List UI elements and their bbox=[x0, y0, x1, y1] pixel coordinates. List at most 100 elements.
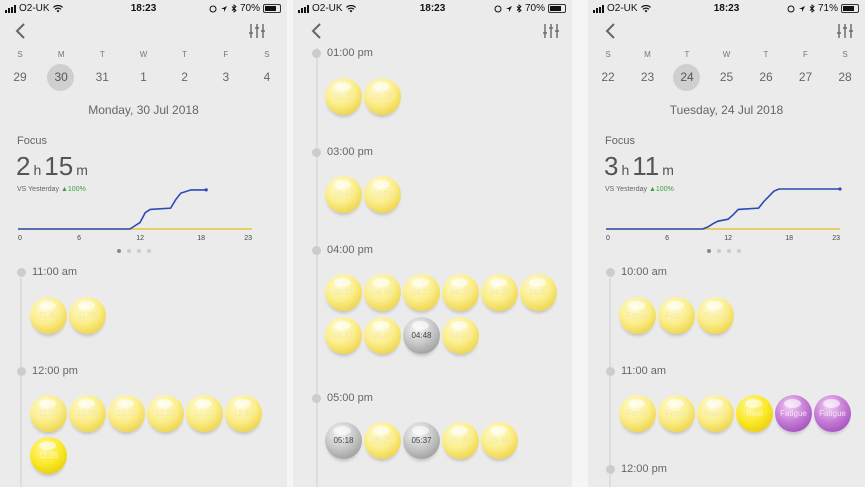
session-bubble[interactable]: 01:10 bbox=[325, 78, 362, 115]
date-item[interactable]: 23 bbox=[638, 68, 658, 86]
date-item[interactable]: 31 bbox=[92, 68, 112, 86]
session-bubble[interactable]: 05:40 bbox=[442, 422, 479, 459]
date-item[interactable]: 28 bbox=[835, 68, 855, 86]
page-indicator[interactable] bbox=[117, 249, 151, 253]
bubble-row: 12:02 12:08 12:15 12:21 12:28 12:31 bbox=[30, 395, 262, 432]
x-tick-label: 18 bbox=[197, 235, 205, 242]
page-dot[interactable] bbox=[737, 249, 741, 253]
session-bubble[interactable]: 12:02 bbox=[30, 395, 67, 432]
filter-sliders-icon[interactable] bbox=[542, 22, 560, 40]
date-item[interactable]: 4 bbox=[257, 68, 277, 86]
date-item[interactable]: 22 bbox=[598, 68, 618, 86]
session-bubble[interactable]: Focus bbox=[658, 297, 695, 334]
session-bubble[interactable]: 05:46 bbox=[481, 422, 518, 459]
page-dot[interactable] bbox=[727, 249, 731, 253]
selected-date[interactable]: 24 bbox=[673, 64, 700, 91]
page-indicator[interactable] bbox=[707, 249, 741, 253]
time-section-header: 12:00 pm bbox=[17, 365, 78, 377]
session-bubble[interactable]: Fatigue bbox=[814, 395, 851, 432]
date-item[interactable]: 27 bbox=[796, 68, 816, 86]
time-label: 01:00 pm bbox=[327, 47, 373, 59]
date-item[interactable]: 1 bbox=[133, 68, 153, 86]
session-bubble[interactable]: Focus bbox=[697, 297, 734, 334]
series-end-point bbox=[838, 187, 842, 191]
date-item[interactable]: 2 bbox=[175, 68, 195, 86]
session-bubble[interactable]: 12:08 bbox=[69, 395, 106, 432]
series-end-point bbox=[204, 188, 208, 192]
time-label: 12:00 pm bbox=[32, 365, 78, 377]
session-bubble[interactable]: 12:21 bbox=[147, 395, 184, 432]
back-chevron-icon[interactable] bbox=[310, 22, 324, 40]
back-chevron-icon[interactable] bbox=[604, 22, 618, 40]
session-bubble[interactable]: 04:41 bbox=[325, 317, 362, 354]
bubble-row: 04:41 04:44 04:48 04:53 bbox=[325, 317, 479, 354]
session-bubble[interactable]: Focus bbox=[619, 395, 656, 432]
selected-date-label: Tuesday, 24 Jul 2018 bbox=[669, 103, 784, 117]
session-bubble[interactable]: 05:25 bbox=[364, 422, 401, 459]
session-bubble[interactable]: 04:24 bbox=[442, 274, 479, 311]
session-bubble[interactable]: Focus bbox=[658, 395, 695, 432]
filter-sliders-icon[interactable] bbox=[248, 22, 266, 40]
date-item[interactable]: 3 bbox=[216, 68, 236, 86]
session-bubble[interactable]: 04:44 bbox=[364, 317, 401, 354]
weekday-label: T bbox=[684, 50, 690, 59]
session-bubble[interactable]: 04:48 bbox=[403, 317, 440, 354]
page-dot[interactable] bbox=[117, 249, 121, 253]
session-bubble[interactable]: 05:37 bbox=[403, 422, 440, 459]
session-bubble[interactable]: 04:01 bbox=[325, 274, 362, 311]
session-bubble[interactable]: 04:36 bbox=[520, 274, 557, 311]
battery-icon bbox=[548, 4, 566, 13]
session-bubble[interactable]: 03:47 bbox=[325, 176, 362, 213]
filter-sliders-icon[interactable] bbox=[836, 22, 854, 40]
session-bubble[interactable]: 04:53 bbox=[442, 317, 479, 354]
focus-label: Focus bbox=[605, 135, 635, 147]
session-bubble[interactable]: 04:13 bbox=[403, 274, 440, 311]
session-bubble[interactable]: 03:53 bbox=[364, 176, 401, 213]
timeline-line bbox=[316, 48, 318, 487]
timeline-line bbox=[20, 278, 22, 487]
session-bubble[interactable]: 05:18 bbox=[325, 422, 362, 459]
focus-minutes: 11 bbox=[632, 151, 660, 181]
x-tick-label: 23 bbox=[832, 235, 840, 242]
hours-unit: h bbox=[33, 162, 42, 178]
date-item[interactable]: 26 bbox=[756, 68, 776, 86]
session-bubble[interactable]: 11:55 bbox=[69, 297, 106, 334]
back-chevron-icon[interactable] bbox=[14, 22, 28, 40]
bluetooth-icon bbox=[809, 4, 815, 13]
series-line-today bbox=[606, 188, 840, 230]
timeline-node bbox=[17, 366, 26, 376]
focus-label: Focus bbox=[17, 135, 47, 147]
timeline-line bbox=[609, 278, 611, 487]
location-arrow-icon bbox=[505, 5, 512, 12]
page-dot[interactable] bbox=[147, 249, 151, 253]
session-bubble[interactable]: 04:29 bbox=[481, 274, 518, 311]
timeline-node bbox=[606, 267, 615, 277]
session-bubble[interactable]: Rest bbox=[736, 395, 773, 432]
time-section-header: 01:00 pm bbox=[312, 47, 373, 59]
focus-duration: 2 h 15 m bbox=[16, 151, 91, 182]
weekday-label: T bbox=[99, 50, 105, 59]
page-dot[interactable] bbox=[137, 249, 141, 253]
session-bubble[interactable]: Focus bbox=[619, 297, 656, 334]
weekday-label: T bbox=[763, 50, 769, 59]
date-item[interactable]: 25 bbox=[717, 68, 737, 86]
page-dot[interactable] bbox=[707, 249, 711, 253]
weekday-label: S bbox=[842, 50, 848, 59]
page-dot[interactable] bbox=[717, 249, 721, 253]
session-bubble[interactable]: 12:55 bbox=[30, 437, 67, 474]
session-bubble[interactable]: Fatigue bbox=[775, 395, 812, 432]
page-dot[interactable] bbox=[127, 249, 131, 253]
time-section-header: 12:00 pm bbox=[606, 463, 667, 475]
battery-icon bbox=[263, 4, 281, 13]
session-bubble[interactable]: 04:06 bbox=[364, 274, 401, 311]
session-bubble[interactable]: 11:44 bbox=[30, 297, 67, 334]
session-bubble[interactable]: 12:15 bbox=[108, 395, 145, 432]
session-bubble[interactable]: 12:28 bbox=[186, 395, 223, 432]
session-bubble[interactable]: Focus bbox=[697, 395, 734, 432]
location-arrow-icon bbox=[798, 5, 805, 12]
battery-icon bbox=[841, 4, 859, 13]
selected-date[interactable]: 30 bbox=[47, 64, 75, 91]
session-bubble[interactable]: 01:18 bbox=[364, 78, 401, 115]
date-item[interactable]: 29 bbox=[10, 68, 30, 86]
session-bubble[interactable]: 12:31 bbox=[225, 395, 262, 432]
